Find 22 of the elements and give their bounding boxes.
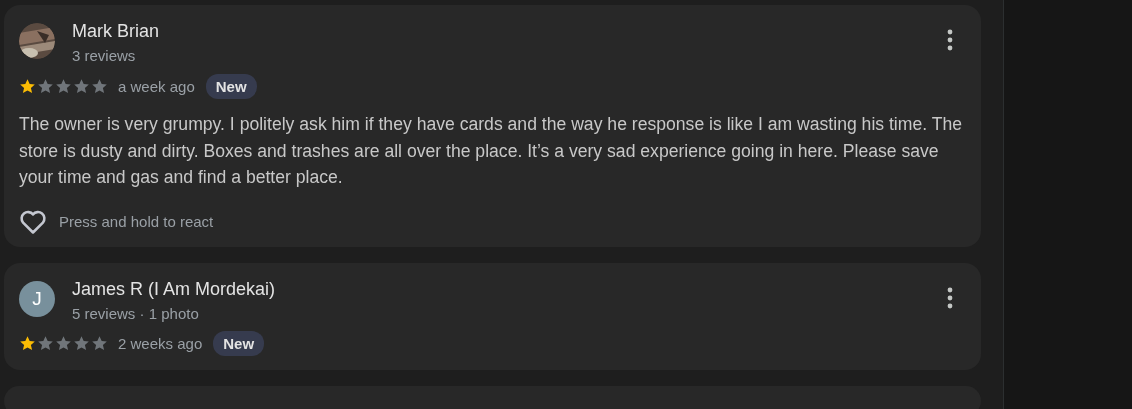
reviewer-meta: 3 reviews [72, 46, 137, 66]
star-icon [91, 77, 108, 95]
review-time: 2 weeks ago [118, 335, 203, 352]
star-icon [19, 77, 36, 95]
reviewer-name[interactable]: Mark Brian [72, 19, 935, 43]
star-icon [91, 335, 108, 352]
new-badge: New [205, 73, 257, 99]
star-icon [55, 335, 72, 352]
new-badge: New [213, 331, 265, 356]
star-icon [19, 335, 36, 352]
review-time: a week ago [118, 77, 195, 95]
avatar: J [19, 280, 55, 317]
star-icon [73, 335, 90, 352]
reviewer-name[interactable]: James R (I Am Mordekai) [72, 276, 935, 301]
star-icon [37, 335, 54, 352]
star-icon [37, 77, 54, 95]
react-hint: Press and hold to react [59, 213, 214, 230]
heart-icon[interactable] [19, 208, 47, 235]
reviewer-meta: 5 reviews · 1 photo [72, 303, 200, 324]
star-icon [73, 77, 90, 95]
star-icon [55, 77, 72, 95]
review-text: The owner is very grumpy. I politely ask him if they have cards and the way he response is like I am wasting his time. The store is dusty and dirty. Boxes and trashes are all over the place. It’s a very sad experience going in here. Please save your time and gas and find a better place. [19, 113, 963, 189]
